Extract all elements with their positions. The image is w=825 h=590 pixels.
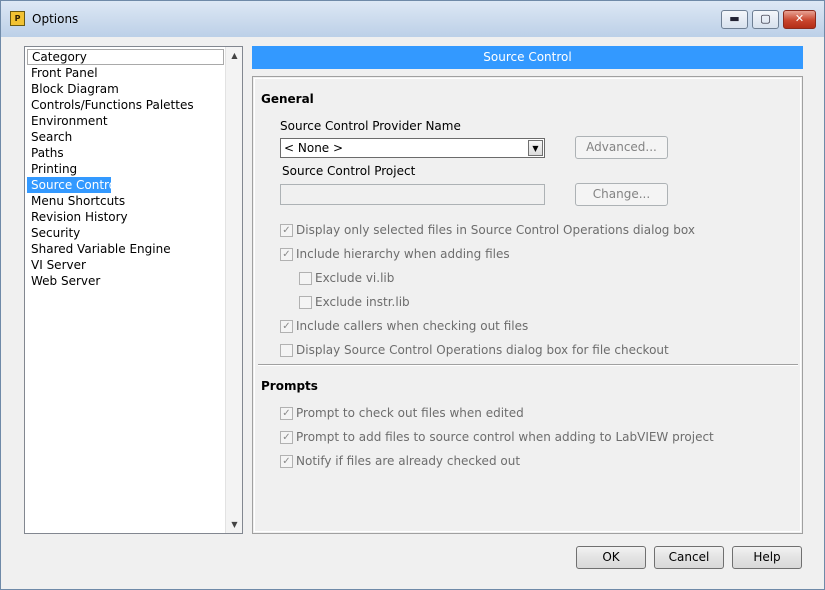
window-title: Options (32, 12, 79, 26)
source-control-panel: General Source Control Provider Name < N… (252, 76, 803, 534)
category-item-web-server[interactable]: Web Server (27, 273, 224, 289)
project-field[interactable] (280, 184, 545, 205)
provider-name-value: < None > (284, 141, 344, 155)
provider-name-label: Source Control Provider Name (280, 119, 461, 133)
checkbox-checked[interactable]: ✓ (280, 320, 293, 333)
category-list[interactable]: Category Front Panel Block Diagram Contr… (24, 46, 243, 534)
category-header[interactable]: Category (27, 49, 224, 65)
checkbox-unchecked[interactable] (299, 272, 312, 285)
category-item-security[interactable]: Security (27, 225, 224, 241)
scroll-down-icon[interactable]: ▼ (226, 516, 243, 533)
category-item-source-control[interactable]: Source Control (27, 177, 119, 193)
ok-button[interactable]: OK (576, 546, 646, 569)
category-item-environment[interactable]: Environment (27, 113, 224, 129)
page-title: Source Control (252, 46, 803, 69)
cancel-button[interactable]: Cancel (654, 546, 724, 569)
maximize-icon[interactable]: ▢ (752, 10, 779, 29)
minimize-icon[interactable]: ▬ (721, 10, 748, 29)
dialog-client: Category Front Panel Block Diagram Contr… (8, 37, 817, 583)
category-item-block-diagram[interactable]: Block Diagram (27, 81, 224, 97)
section-divider (258, 364, 798, 366)
chevron-down-icon[interactable]: ▼ (528, 140, 543, 156)
checkbox-checked[interactable]: ✓ (280, 407, 293, 420)
provider-name-dropdown[interactable]: < None > ▼ (280, 138, 545, 158)
help-button[interactable]: Help (732, 546, 802, 569)
category-item-paths[interactable]: Paths (27, 145, 224, 161)
category-scrollbar[interactable]: ▲ ▼ (225, 47, 242, 533)
project-label: Source Control Project (282, 164, 416, 178)
prompts-section-title: Prompts (261, 379, 318, 393)
labview-app-icon: P (10, 11, 25, 26)
category-item-controls-functions-palettes[interactable]: Controls/Functions Palettes (27, 97, 224, 113)
scroll-up-icon[interactable]: ▲ (226, 47, 243, 64)
checkbox-checked[interactable]: ✓ (280, 455, 293, 468)
category-item-revision-history[interactable]: Revision History (27, 209, 224, 225)
checkbox-checked[interactable]: ✓ (280, 431, 293, 444)
category-item-vi-server[interactable]: VI Server (27, 257, 224, 273)
category-item-front-panel[interactable]: Front Panel (27, 65, 224, 81)
category-item-menu-shortcuts[interactable]: Menu Shortcuts (27, 193, 224, 209)
checkbox-unchecked[interactable] (280, 344, 293, 357)
checkbox-unchecked[interactable] (299, 296, 312, 309)
general-section-title: General (261, 92, 314, 106)
checkbox-checked[interactable]: ✓ (280, 224, 293, 237)
change-button[interactable]: Change... (575, 183, 668, 206)
advanced-button[interactable]: Advanced... (575, 136, 668, 159)
category-item-printing[interactable]: Printing (27, 161, 224, 177)
close-icon[interactable]: ✕ (783, 10, 816, 29)
options-window: P Options ▬ ▢ ✕ Category Front Panel Blo… (0, 0, 825, 590)
title-bar[interactable]: P Options ▬ ▢ ✕ (1, 1, 824, 37)
category-item-shared-variable-engine[interactable]: Shared Variable Engine (27, 241, 224, 257)
checkbox-checked[interactable]: ✓ (280, 248, 293, 261)
category-item-search[interactable]: Search (27, 129, 224, 145)
